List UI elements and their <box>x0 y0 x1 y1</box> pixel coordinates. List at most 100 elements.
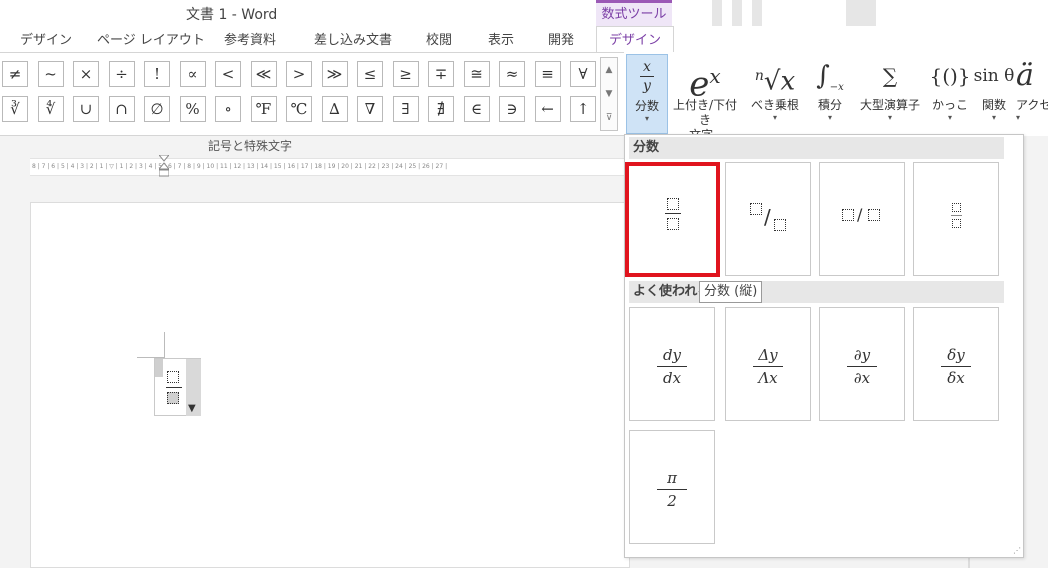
symbol-cube-root-button[interactable]: ∛ <box>2 96 28 122</box>
numerator-placeholder <box>952 203 961 212</box>
superscript-icon: ex <box>689 64 721 105</box>
fraction-partial-y-partial-x-option[interactable]: ∂y ∂x <box>819 307 905 421</box>
tab-references[interactable]: 参考資料 <box>224 29 276 48</box>
accent-label: アクセ <box>1016 98 1048 112</box>
fraction-bar <box>847 366 877 367</box>
common-fractions-header: よく使われる分数 <box>629 281 1004 303</box>
symbol-greater-than-button[interactable]: > <box>286 61 312 87</box>
slash-icon: / <box>857 205 863 224</box>
fraction-skewed-option[interactable]: / <box>725 162 811 276</box>
symbol-percent-button[interactable]: % <box>179 96 206 122</box>
symbol-less-than-button[interactable]: < <box>215 61 241 87</box>
symbol-greater-equal-button[interactable]: ≥ <box>392 61 419 87</box>
dropdown-arrow-icon: ▾ <box>827 113 832 122</box>
fraction-dy-dx-option[interactable]: dy dx <box>629 307 715 421</box>
symbol-ring-operator-button[interactable]: ∘ <box>215 96 241 122</box>
fraction-bar <box>951 215 962 216</box>
fraction-bar <box>753 366 783 367</box>
tab-equation-design[interactable]: デザイン <box>596 26 675 54</box>
equation-handle[interactable] <box>155 359 163 377</box>
numerator-text: dy <box>662 346 682 364</box>
symbol-empty-set-button[interactable]: ∅ <box>144 96 170 122</box>
denominator-placeholder[interactable] <box>167 392 179 404</box>
document-page[interactable] <box>30 202 630 568</box>
fraction-button[interactable]: xy 分数 ▾ <box>626 54 668 134</box>
symbol-left-arrow-button[interactable]: ← <box>534 96 561 122</box>
symbol-identical-button[interactable]: ≡ <box>534 61 561 87</box>
fraction-bar <box>941 366 971 367</box>
fraction-section-header: 分数 <box>629 137 1004 159</box>
integral-button[interactable]: ∫−x 積分 ▾ <box>810 54 850 134</box>
equation-placeholder[interactable]: ▼ <box>154 358 201 416</box>
function-button[interactable]: sin θ 関数 ▾ <box>972 54 1016 134</box>
fraction-preview: Δy Λx <box>726 346 810 387</box>
large-operator-button[interactable]: ∑ 大型演算子 ▾ <box>852 54 928 134</box>
integral-label: 積分 <box>817 98 842 112</box>
fraction-small-delta-y-delta-x-option[interactable]: δy δx <box>913 307 999 421</box>
symbol-factorial-button[interactable]: ! <box>144 61 170 87</box>
symbol-congruent-button[interactable]: ≅ <box>463 61 490 87</box>
fraction-preview: ∂y ∂x <box>820 346 904 387</box>
scroll-up-icon[interactable]: ▲ <box>601 58 617 82</box>
function-icon: sin θ <box>973 66 1015 86</box>
denominator-placeholder <box>774 219 786 231</box>
fraction-stacked-option[interactable] <box>625 162 720 277</box>
tab-mailings[interactable]: 差し込み文書 <box>314 29 392 48</box>
symbol-proportional-button[interactable]: ∝ <box>179 61 206 87</box>
symbol-much-greater-than-button[interactable]: ≫ <box>321 61 348 87</box>
symbols-gallery-scroll[interactable]: ▲ ▼ ⊽ <box>600 57 618 131</box>
numerator-text: ∂y <box>853 346 871 364</box>
symbol-exists-button[interactable]: ∃ <box>392 96 419 122</box>
symbol-union-button[interactable]: ∪ <box>73 96 99 122</box>
symbol-minus-plus-button[interactable]: ∓ <box>428 61 454 87</box>
denominator-text: 2 <box>667 492 677 510</box>
symbol-not-exists-button[interactable]: ∄ <box>428 96 454 122</box>
equation-options-button[interactable]: ▼ <box>186 359 201 416</box>
gallery-more-icon[interactable]: ⊽ <box>601 106 617 130</box>
symbol-fahrenheit-button[interactable]: ℉ <box>250 96 277 122</box>
symbol-multiply-button[interactable]: × <box>73 61 99 87</box>
tab-developer[interactable]: 開発 <box>548 29 574 48</box>
accent-button[interactable]: ä アクセ ▾ <box>1016 54 1048 134</box>
symbol-tilde-button[interactable]: ~ <box>37 61 64 87</box>
fraction-pi-over-2-option[interactable]: π2 <box>629 430 715 544</box>
radical-button[interactable]: n√x べき乗根 ▾ <box>742 54 808 134</box>
fraction-delta-y-delta-x-option[interactable]: Δy Λx <box>725 307 811 421</box>
symbol-nabla-button[interactable]: ∇ <box>357 96 383 122</box>
window-title: 文書 1 - Word <box>186 7 278 23</box>
scroll-down-icon[interactable]: ▼ <box>601 82 617 106</box>
bracket-button[interactable]: {()} かっこ ▾ <box>928 54 972 134</box>
numerator-placeholder[interactable] <box>167 371 179 383</box>
script-button[interactable]: ex 上付き/下付き 文字 ▾ <box>668 54 742 142</box>
symbol-celsius-button[interactable]: ℃ <box>286 96 312 122</box>
symbol-element-of-button[interactable]: ∈ <box>463 96 490 122</box>
numerator-placeholder <box>667 198 679 210</box>
symbol-divide-button[interactable]: ÷ <box>108 61 135 87</box>
dropdown-arrow-icon: ▾ <box>772 113 777 122</box>
numerator-placeholder <box>842 209 854 221</box>
resize-grip-icon[interactable]: ⋰ <box>1013 546 1021 555</box>
tab-view[interactable]: 表示 <box>488 29 514 48</box>
symbol-fourth-root-button[interactable]: ∜ <box>37 96 64 122</box>
symbol-intersection-button[interactable]: ∩ <box>108 96 135 122</box>
equation-tools-label: 数式ツール <box>596 0 672 26</box>
symbol-approx-button[interactable]: ≈ <box>499 61 525 87</box>
tab-review[interactable]: 校閲 <box>426 29 452 48</box>
symbol-for-all-button[interactable]: ∀ <box>570 61 596 87</box>
denominator-text: ∂x <box>853 369 871 387</box>
symbol-increment-button[interactable]: ∆ <box>321 96 348 122</box>
fraction-linear-option[interactable]: / <box>819 162 905 276</box>
symbol-contains-button[interactable]: ∋ <box>499 96 525 122</box>
symbol-up-arrow-button[interactable]: ↑ <box>570 96 596 122</box>
fraction-preview: π2 <box>630 469 714 510</box>
fraction-preview: dy dx <box>630 346 714 387</box>
horizontal-ruler[interactable]: 8 | 7 | 6 | 5 | 4 | 3 | 2 | 1 | ▽ | 1 | … <box>30 158 624 176</box>
indent-marker-icon[interactable] <box>159 155 169 181</box>
symbol-much-less-than-button[interactable]: ≪ <box>250 61 277 87</box>
tab-page-layout[interactable]: ページ レイアウト <box>97 29 205 48</box>
fraction-gallery: 分数 / / よく使われる分数 dy dx Δy Λx ∂y ∂x δy δx π 2 ⋰ <box>624 134 1024 558</box>
symbol-not-equal-button[interactable]: ≠ <box>2 61 28 87</box>
tab-design[interactable]: デザイン <box>20 29 72 48</box>
fraction-small-option[interactable] <box>913 162 999 276</box>
symbol-less-equal-button[interactable]: ≤ <box>357 61 383 87</box>
